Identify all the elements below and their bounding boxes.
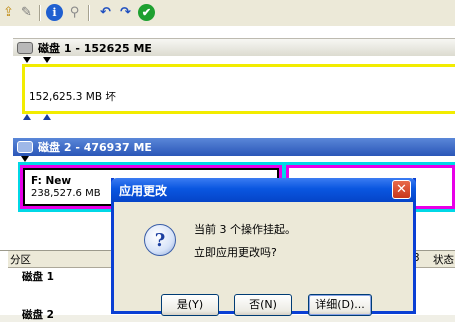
disk-icon: [17, 141, 33, 153]
toolbar: ⇪ ✎ i ⚲ ↶ ↷ ✔: [0, 0, 455, 27]
disk1-partition[interactable]: 152,625.3 MB 坏: [22, 64, 455, 114]
disk-icon: [17, 41, 33, 54]
dialog-title-bar[interactable]: 应用更改 ✕: [111, 178, 416, 202]
dialog-title: 应用更改: [119, 184, 168, 198]
marker-down-icon: [23, 57, 31, 63]
disk2-title: 磁盘 2 - 476937 ME: [38, 141, 152, 154]
marker-up-icon: [43, 114, 51, 120]
apply-icon[interactable]: ⇪: [0, 4, 17, 21]
details-button[interactable]: 详细(D)...: [308, 294, 372, 316]
yes-button[interactable]: 是(Y): [161, 294, 219, 316]
marker-down-icon: [43, 57, 51, 63]
col-status[interactable]: 状态: [433, 252, 454, 267]
disk1-title: 磁盘 1 - 152625 ME: [38, 41, 152, 55]
toolbar-separator: [39, 5, 41, 21]
zoom-icon[interactable]: ⚲: [66, 4, 83, 21]
disk2-header[interactable]: 磁盘 2 - 476937 ME: [13, 138, 455, 156]
col-partition[interactable]: 分区: [10, 252, 31, 267]
info-icon[interactable]: i: [46, 4, 63, 21]
partition-f-size: 238,527.6 MB: [31, 188, 101, 199]
check-icon[interactable]: ✔: [138, 4, 155, 21]
list-item[interactable]: 磁盘 1: [22, 269, 54, 284]
redo-icon[interactable]: ↷: [117, 4, 134, 21]
toolbar-separator: [88, 5, 90, 21]
apply-changes-dialog: 应用更改 ✕ ? 当前 3 个操作挂起。 立即应用更改吗? 是(Y) 否(N) …: [111, 178, 416, 316]
disk1-partition-label: 152,625.3 MB 坏: [29, 91, 116, 103]
dialog-message-line1: 当前 3 个操作挂起。: [194, 223, 296, 236]
discard-icon[interactable]: ✎: [18, 4, 35, 21]
partition-f-name: F: New: [31, 175, 72, 187]
close-icon[interactable]: ✕: [392, 180, 411, 199]
marker-up-icon: [23, 114, 31, 120]
disk1-header[interactable]: 磁盘 1 - 152625 ME: [13, 38, 455, 56]
dialog-message-line2: 立即应用更改吗?: [194, 246, 277, 259]
no-button[interactable]: 否(N): [234, 294, 292, 316]
undo-icon[interactable]: ↶: [97, 4, 114, 21]
list-item[interactable]: 磁盘 2: [22, 307, 54, 322]
question-icon: ?: [144, 224, 176, 256]
